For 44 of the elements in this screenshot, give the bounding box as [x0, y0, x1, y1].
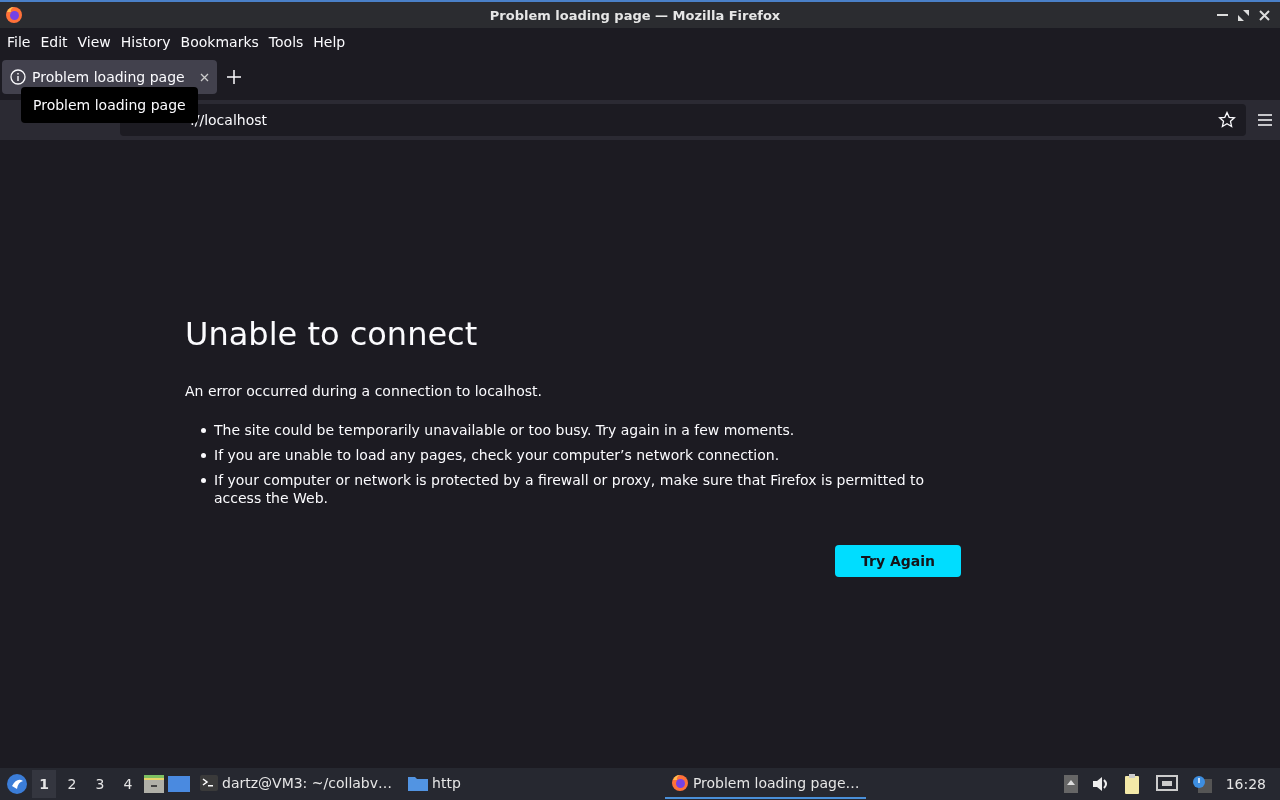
bullet-icon: [201, 428, 206, 433]
suggestion-text: If you are unable to load any pages, check your computer’s network connection.: [214, 446, 780, 464]
taskbar-button[interactable]: http: [402, 769, 467, 799]
error-message: An error occurred during a connection to localhost.: [185, 383, 543, 399]
file-cabinet-icon[interactable]: [144, 775, 164, 793]
network-icon[interactable]: [1155, 775, 1178, 793]
clock: 16:28: [1225, 776, 1266, 792]
menu-item[interactable]: Help: [308, 34, 351, 50]
star-icon[interactable]: [1218, 111, 1236, 129]
menu-item[interactable]: File: [2, 34, 36, 50]
close-icon[interactable]: [1259, 9, 1270, 21]
menu-item[interactable]: Tools: [263, 34, 309, 50]
maximize-icon[interactable]: [1238, 9, 1249, 21]
workspace-button[interactable]: 3: [88, 770, 112, 798]
firefox-icon: [5, 6, 23, 24]
close-icon[interactable]: [200, 72, 209, 82]
workspace-button[interactable]: 4: [116, 770, 140, 798]
volume-icon[interactable]: [1091, 776, 1110, 792]
tab-title: Problem loading page: [32, 69, 186, 85]
menu-item[interactable]: View: [72, 34, 116, 50]
taskbar-button[interactable]: dartz@VM3: ~/collabv…: [194, 769, 399, 799]
workspace-button[interactable]: 2: [60, 770, 84, 798]
menu-item[interactable]: History: [115, 34, 176, 50]
menu-item[interactable]: Bookmarks: [175, 34, 264, 50]
terminal-icon: [200, 775, 218, 791]
error-heading: Unable to connect: [185, 315, 479, 353]
window-title: Problem loading page — Mozilla Firefox: [489, 7, 781, 23]
new-tab-icon[interactable]: [227, 70, 241, 84]
suggestion-text: If your computer or network is protected by a firewall or proxy, make sure that Firefox is permitted to access the Web.: [214, 471, 926, 507]
bullet-icon: [201, 478, 206, 483]
notification-icon[interactable]: [1191, 775, 1212, 793]
menu-item[interactable]: Edit: [35, 34, 73, 50]
info-icon: [10, 69, 26, 85]
try-again-button[interactable]: Try Again: [835, 545, 961, 577]
clipboard-icon[interactable]: [1123, 774, 1142, 794]
bullet-icon: [201, 453, 206, 458]
menu-icon[interactable]: [1258, 114, 1272, 126]
minimize-icon[interactable]: [1217, 13, 1228, 17]
suggestion-text: The site could be temporarily unavailable or too busy. Try again in a few moments.: [214, 421, 795, 439]
start-menu-icon[interactable]: [6, 773, 28, 795]
workspace-button[interactable]: 1: [32, 770, 56, 798]
firefox-icon: [670, 774, 689, 792]
taskbar-button[interactable]: Problem loading page…: [664, 769, 866, 799]
folder-icon: [408, 775, 429, 791]
